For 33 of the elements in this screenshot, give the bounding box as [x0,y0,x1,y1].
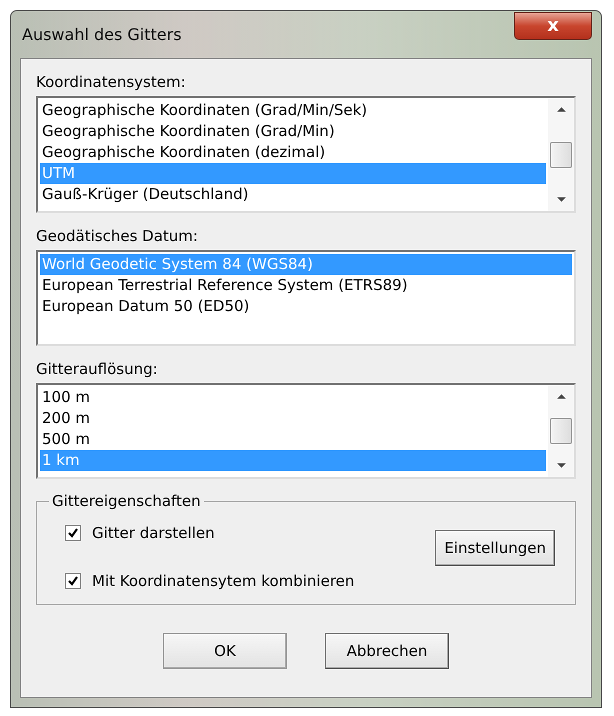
dialog-button[interactable]: OK [163,633,287,669]
settings-button[interactable]: Einstellungen [435,530,555,566]
list-label: Gitterauflösung: [36,360,159,378]
scroll-thumb[interactable] [550,142,572,168]
scroll-thumb[interactable] [550,418,572,444]
scrollbar[interactable] [548,385,574,477]
scrollbar[interactable] [548,98,574,211]
close-button[interactable]: x [514,12,592,40]
list-box[interactable]: World Geodetic System 84 (WGS84) European Terrestrial Reference System (ETRS89) European Datum 50 (ED50) [36,250,576,346]
checkbox[interactable] [65,573,81,589]
list-box[interactable]: Geographische Koordinaten (Grad/Min/Sek) Geographische Koordinaten (Grad/Min) Geographische Koordinaten (dezimal) UTM Gauß-Krüger (Deutschland) [36,96,576,213]
list-label: Geodätisches Datum: [36,227,199,245]
dialog-button[interactable]: Abbrechen [325,633,449,669]
checkbox[interactable] [65,525,81,541]
list-item[interactable]: European Datum 50 (ED50) [40,296,572,317]
scroll-up-icon[interactable] [556,106,566,113]
list-item[interactable]: 100 m [40,387,546,408]
checkbox-label: Gitter darstellen [92,524,215,542]
scroll-up-icon[interactable] [556,393,566,400]
window-title: Auswahl des Gitters [22,25,182,44]
list-item[interactable]: European Terrestrial Reference System (ETRS89) [40,275,572,296]
scroll-down-icon[interactable] [556,196,566,203]
scroll-down-icon[interactable] [556,462,566,469]
list-item[interactable]: Geographische Koordinaten (Grad/Min/Sek) [40,100,546,121]
list-item[interactable]: 200 m [40,408,546,429]
list-item[interactable]: 500 m [40,429,546,450]
list-item[interactable]: Geographische Koordinaten (dezimal) [40,142,546,163]
list-item[interactable]: Gauß-Krüger (Deutschland) [40,184,546,205]
list-label: Koordinatensystem: [36,73,187,91]
list-box[interactable]: 100 m 200 m 500 m 1 km [36,383,576,479]
list-item[interactable]: Geographische Koordinaten (Grad/Min) [40,121,546,142]
group-title: Gittereigenschaften [49,492,204,510]
checkbox-label: Mit Koordinatensytem kombinieren [92,572,354,590]
